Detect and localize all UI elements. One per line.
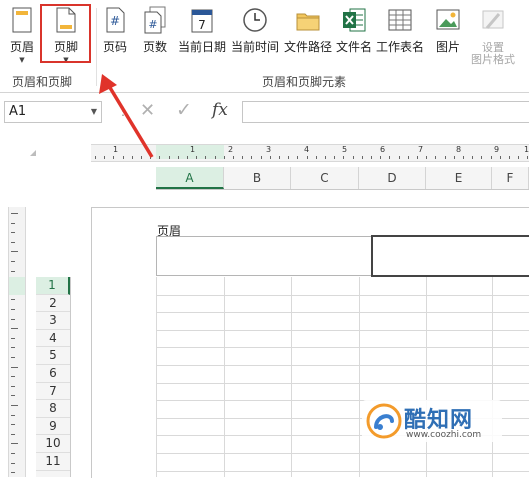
coozhi-logo-icon bbox=[366, 403, 402, 439]
watermark-url: www.coozhi.com bbox=[406, 430, 482, 440]
arrow-shaft bbox=[107, 85, 154, 158]
arrow-head bbox=[99, 74, 117, 94]
